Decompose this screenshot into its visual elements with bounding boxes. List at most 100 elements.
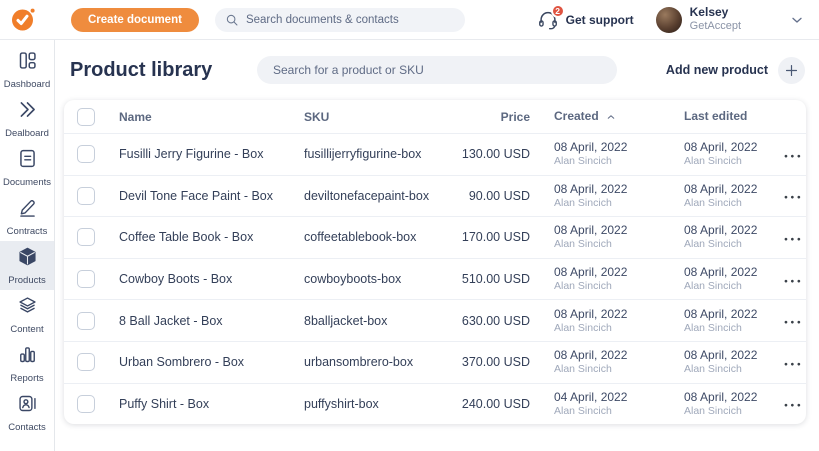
dashboard-icon [17, 50, 38, 76]
sidebar-item-content[interactable]: Content [0, 290, 54, 339]
main-content: Product library Add new product Name [55, 40, 819, 451]
add-new-product-label: Add new product [665, 63, 768, 77]
created-date: 08 April, 2022 [554, 223, 628, 238]
sidebar-item-label: Dealboard [5, 127, 49, 139]
select-all-checkbox[interactable] [77, 107, 95, 126]
global-search-input[interactable] [245, 13, 455, 26]
created-by: Alan Sincich [554, 155, 612, 168]
row-actions-menu[interactable]: ●●● [782, 232, 805, 247]
created-by: Alan Sincich [554, 321, 612, 334]
product-name: Devil Tone Face Paint - Box [119, 188, 274, 203]
create-document-button[interactable]: Create document [71, 7, 199, 32]
table-row[interactable]: Cowboy Boots - Box cowboyboots-box 510.0… [64, 257, 806, 300]
column-header-created[interactable]: Created [542, 109, 672, 124]
row-actions-menu[interactable]: ●●● [782, 149, 805, 164]
global-search[interactable] [214, 7, 465, 32]
products-icon [17, 246, 38, 272]
user-organization: GetAccept [689, 20, 741, 33]
product-price: 170.00 USD [461, 230, 530, 245]
product-sku: cowboyboots-box [304, 272, 402, 287]
support-notification-badge: 2 [550, 3, 565, 18]
column-header-sku[interactable]: SKU [304, 110, 454, 124]
sidebar-item-dashboard[interactable]: Dashboard [0, 45, 54, 94]
product-table: Name SKU Price Created Last edited Fusil… [64, 100, 806, 425]
product-name: Puffy Shirt - Box [119, 396, 210, 411]
row-checkbox[interactable] [77, 353, 95, 372]
row-checkbox[interactable] [77, 145, 95, 164]
product-name: Coffee Table Book - Box [119, 230, 254, 245]
edited-by: Alan Sincich [684, 280, 742, 293]
product-price: 240.00 USD [461, 396, 530, 411]
row-actions-menu[interactable]: ●●● [782, 315, 805, 330]
row-actions-menu[interactable]: ●●● [782, 190, 805, 205]
sidebar-item-contacts[interactable]: Contacts [0, 388, 54, 437]
documents-icon [17, 148, 38, 174]
row-checkbox[interactable] [77, 228, 95, 247]
row-checkbox[interactable] [77, 270, 95, 289]
sidebar-item-label: Reports [10, 372, 44, 384]
column-header-last-edited[interactable]: Last edited [672, 109, 782, 124]
sidebar: Dashboard Dealboard Documents Contracts … [0, 40, 55, 451]
table-row[interactable]: Coffee Table Book - Box coffeetablebook-… [64, 216, 806, 258]
user-menu[interactable]: Kelsey GetAccept [655, 5, 741, 33]
plus-icon [785, 64, 798, 76]
column-header-price[interactable]: Price [454, 110, 542, 124]
contracts-icon [17, 197, 38, 223]
product-name: Cowboy Boots - Box [119, 272, 233, 287]
sidebar-item-label: Documents [2, 176, 52, 188]
product-name: Fusilli Jerry Figurine - Box [119, 147, 264, 162]
created-date: 08 April, 2022 [554, 265, 628, 280]
get-support-label: Get support [565, 12, 634, 27]
created-by: Alan Sincich [554, 238, 612, 251]
chevron-down-icon[interactable] [789, 12, 805, 28]
row-actions-menu[interactable]: ●●● [782, 398, 805, 413]
get-support-button[interactable]: 2 Get support [537, 3, 634, 31]
row-checkbox[interactable] [77, 311, 95, 330]
sidebar-item-dealboard[interactable]: Dealboard [0, 94, 54, 143]
edited-date: 08 April, 2022 [684, 140, 758, 155]
edited-date: 08 April, 2022 [684, 306, 758, 321]
product-sku: puffyshirt-box [304, 396, 379, 411]
dealboard-icon [17, 99, 38, 125]
created-date: 08 April, 2022 [554, 181, 628, 196]
row-actions-menu[interactable]: ●●● [782, 357, 805, 372]
column-header-name[interactable]: Name [119, 110, 304, 124]
table-row[interactable]: 8 Ball Jacket - Box 8balljacket-box 630.… [64, 299, 806, 341]
sidebar-item-contracts[interactable]: Contracts [0, 192, 54, 241]
edited-by: Alan Sincich [684, 404, 742, 417]
page-title: Product library [70, 58, 213, 81]
table-body: Fusilli Jerry Figurine - Box fusillijerr… [64, 133, 806, 424]
product-name: 8 Ball Jacket - Box [119, 313, 223, 328]
getaccept-logo-icon[interactable] [10, 6, 37, 33]
table-row[interactable]: Devil Tone Face Paint - Box deviltonefac… [64, 174, 806, 217]
edited-date: 08 April, 2022 [684, 348, 758, 363]
table-header-row: Name SKU Price Created Last edited [64, 100, 806, 133]
sidebar-item-reports[interactable]: Reports [0, 339, 54, 388]
row-checkbox[interactable] [77, 394, 95, 413]
table-row[interactable]: Urban Sombrero - Box urbansombrero-box 3… [64, 340, 806, 383]
sidebar-item-documents[interactable]: Documents [0, 143, 54, 192]
topbar: Create document 2 Get support Ke [0, 0, 819, 40]
edited-by: Alan Sincich [684, 363, 742, 376]
product-price: 510.00 USD [461, 272, 530, 287]
add-new-product-button[interactable]: Add new product [665, 56, 805, 84]
created-date: 08 April, 2022 [554, 348, 628, 363]
search-icon [226, 14, 238, 25]
row-checkbox[interactable] [77, 186, 95, 205]
created-date: 08 April, 2022 [554, 306, 628, 321]
product-sku: coffeetablebook-box [304, 230, 417, 245]
created-by: Alan Sincich [554, 404, 612, 417]
product-price: 370.00 USD [461, 355, 530, 370]
row-actions-menu[interactable]: ●●● [782, 274, 805, 289]
product-search[interactable] [257, 56, 617, 84]
sidebar-item-label: Contracts [6, 225, 48, 237]
contacts-icon [17, 393, 38, 419]
edited-date: 08 April, 2022 [684, 265, 758, 280]
avatar [655, 6, 682, 33]
product-sku: fusillijerryfigurine-box [304, 147, 422, 162]
product-search-input[interactable] [273, 63, 601, 77]
table-row[interactable]: Fusilli Jerry Figurine - Box fusillijerr… [64, 133, 806, 175]
sidebar-item-products[interactable]: Products [0, 241, 54, 290]
table-row[interactable]: Puffy Shirt - Box puffyshirt-box 240.00 … [64, 382, 806, 425]
sidebar-item-label: Products [8, 274, 46, 286]
